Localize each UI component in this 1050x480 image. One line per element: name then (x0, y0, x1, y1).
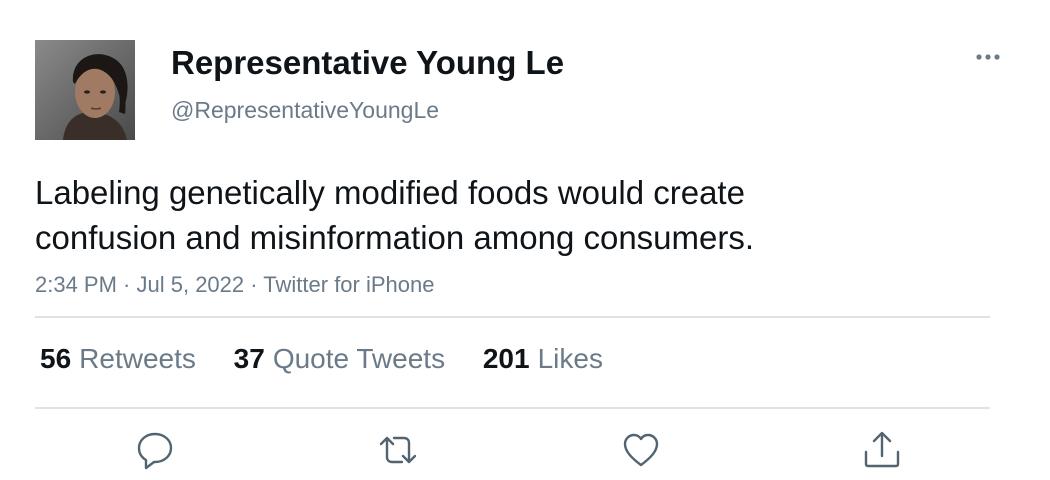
like-button[interactable] (619, 428, 663, 472)
user-handle[interactable]: @RepresentativeYoungLe (171, 95, 439, 125)
divider (35, 407, 990, 409)
divider (35, 316, 990, 318)
tweet-card: Representative Young Le @RepresentativeY… (0, 0, 1050, 480)
retweets-label: Retweets (79, 343, 196, 374)
retweets-stat[interactable]: 56 Retweets (40, 340, 196, 378)
quote-tweets-label: Quote Tweets (272, 343, 446, 374)
avatar[interactable] (35, 40, 135, 140)
more-dots-icon (976, 54, 1000, 60)
reply-button[interactable] (133, 428, 177, 472)
avatar-photo (35, 40, 135, 140)
retweet-arrows-icon (379, 436, 417, 464)
retweets-count: 56 (40, 343, 72, 374)
tweet-time[interactable]: 2:34 PM (35, 272, 117, 297)
more-options-button[interactable] (972, 46, 1006, 68)
tweet-source[interactable]: Twitter for iPhone (263, 272, 434, 297)
likes-count: 201 (482, 343, 530, 374)
meta-separator: · (116, 272, 137, 297)
speech-bubble-icon (137, 432, 173, 470)
tweet-text: Labeling genetically modified foods woul… (35, 174, 755, 256)
likes-label: Likes (537, 343, 603, 374)
meta-separator: · (244, 272, 264, 297)
quote-tweets-count: 37 (233, 343, 265, 374)
heart-icon (623, 433, 659, 467)
tweet-stats: 56 Retweets 37 Quote Tweets 201 Likes (40, 340, 633, 378)
display-name[interactable]: Representative Young Le (171, 42, 564, 84)
share-button[interactable] (860, 428, 904, 472)
share-upload-icon (864, 431, 900, 468)
tweet-date[interactable]: Jul 5, 2022 (137, 272, 245, 297)
likes-stat[interactable]: 201 Likes (483, 340, 603, 378)
tweet-meta: 2:34 PM · Jul 5, 2022 · Twitter for iPho… (35, 270, 434, 300)
quote-tweets-stat[interactable]: 37 Quote Tweets (234, 340, 445, 378)
retweet-button[interactable] (376, 428, 420, 472)
